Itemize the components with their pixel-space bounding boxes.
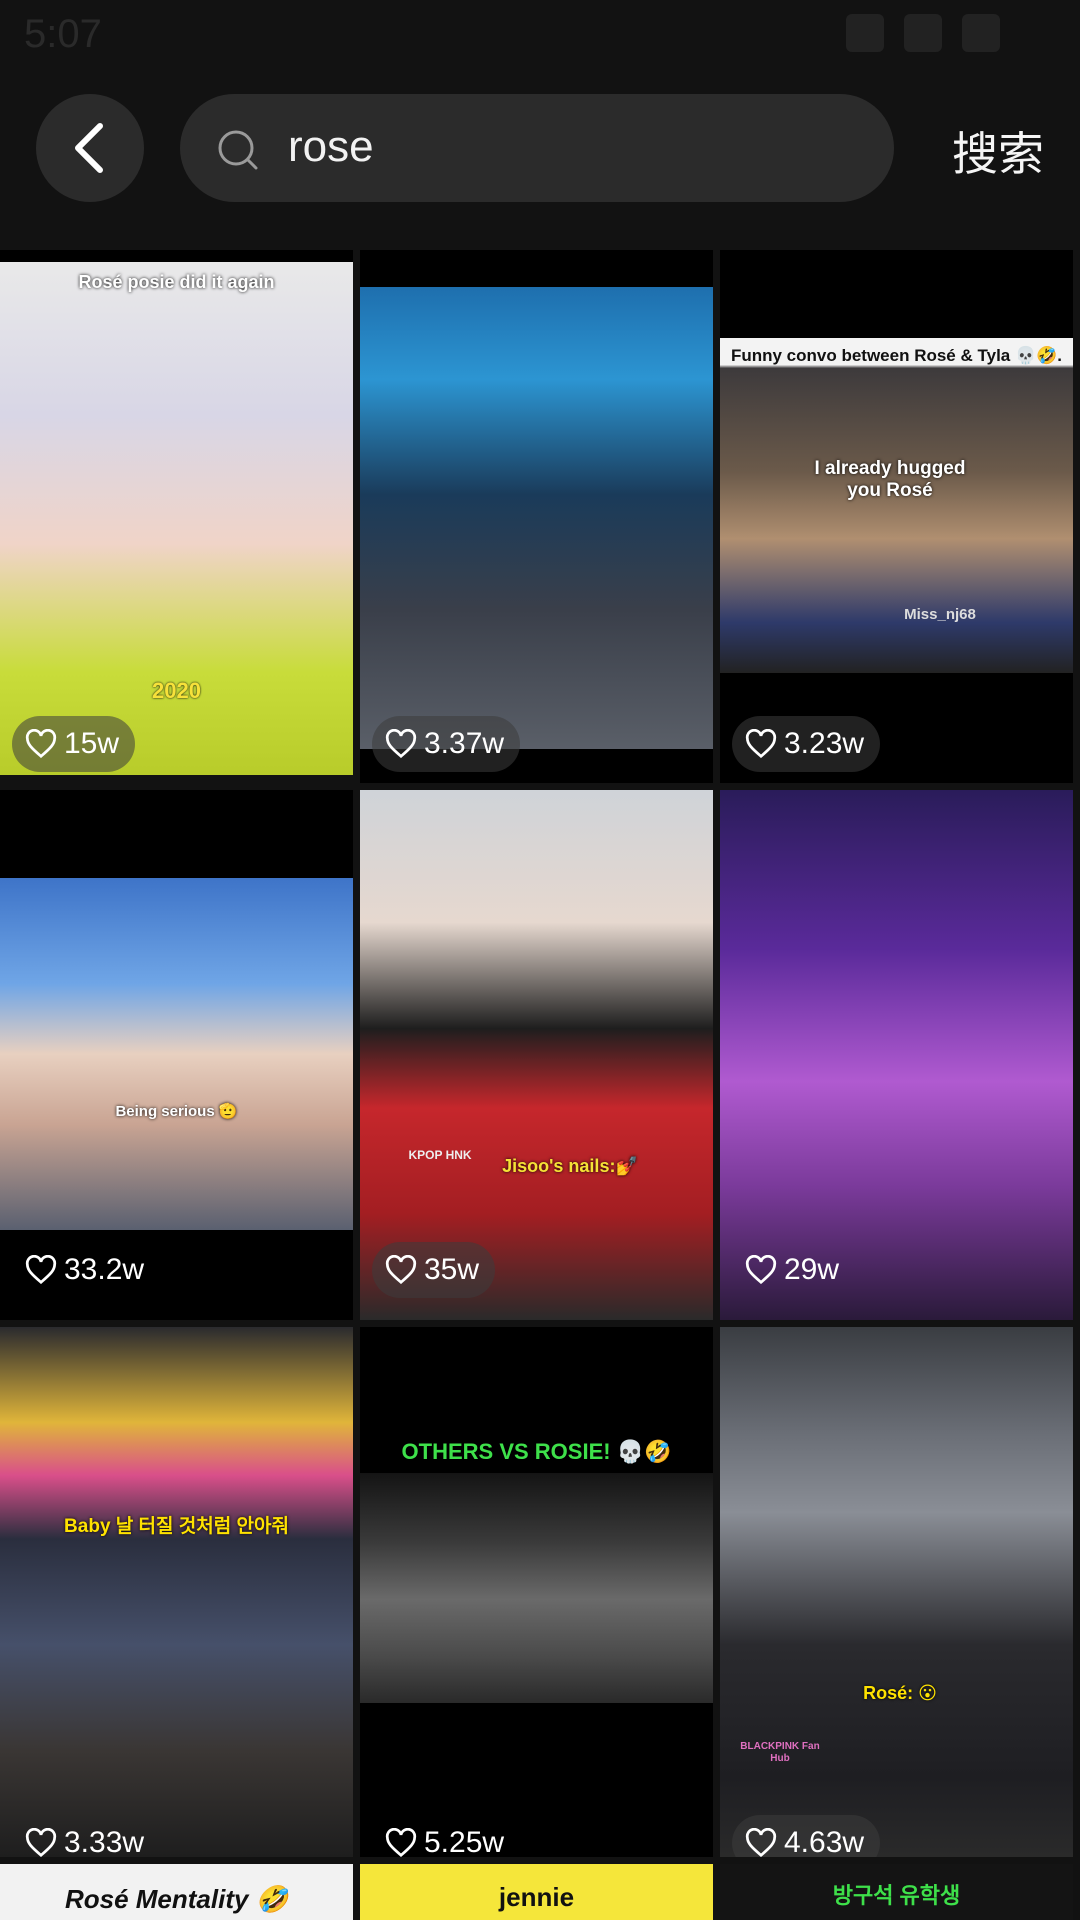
video-card[interactable]: Being serious 🫡 33.2w	[0, 790, 353, 1320]
heart-icon	[25, 1828, 57, 1857]
video-caption-secondary: I already hugged you Rosé	[814, 458, 966, 501]
status-bar: 5:07	[0, 0, 1080, 70]
like-badge: 35w	[372, 1242, 496, 1298]
status-icons	[846, 14, 1000, 52]
video-card[interactable]: Rosé posie did it again 2020 15w	[0, 250, 353, 775]
video-caption: Rosé Mentality 🤣	[64, 1884, 289, 1914]
heart-icon	[385, 1255, 417, 1285]
signal-icon	[904, 14, 942, 52]
video-card[interactable]: Rosé: 😮 BLACKPINK Fan Hub 4.63w	[720, 1327, 1073, 1857]
video-watermark: BLACKPINK Fan Hub	[740, 1741, 820, 1764]
like-count: 3.33w	[64, 1826, 145, 1857]
like-count: 33.2w	[64, 1253, 145, 1286]
like-count: 3.37w	[424, 727, 505, 760]
video-caption: Funny convo between Rosé & Tyla 💀🤣.	[730, 346, 1063, 365]
video-caption: OTHERS VS ROSIE! 💀🤣	[401, 1439, 672, 1464]
like-count: 5.25w	[424, 1826, 505, 1857]
like-badge: 3.37w	[372, 716, 521, 772]
search-icon	[218, 130, 258, 170]
back-button[interactable]	[36, 94, 144, 202]
like-badge: 3.23w	[732, 716, 881, 772]
heart-icon	[745, 1828, 777, 1857]
like-badge: 4.63w	[732, 1815, 881, 1857]
heart-icon	[385, 729, 417, 759]
video-thumbnail	[0, 1327, 353, 1857]
chevron-left-icon	[75, 123, 103, 173]
video-card[interactable]: 29w	[720, 790, 1073, 1320]
heart-icon	[25, 1255, 57, 1285]
video-card[interactable]: jennie	[360, 1864, 713, 1920]
wifi-icon	[846, 14, 884, 52]
video-caption: Being serious 🫡	[115, 1103, 238, 1120]
video-card[interactable]: KPOP HNK Jisoo's nails:💅 35w	[360, 790, 713, 1320]
like-badge: 33.2w	[12, 1242, 160, 1298]
video-caption: Jisoo's nails:💅	[502, 1156, 638, 1176]
search-button[interactable]: 搜索	[952, 118, 1044, 184]
like-badge: 15w	[12, 716, 136, 772]
video-thumbnail	[720, 1327, 1073, 1857]
video-caption: Rosé: 😮	[863, 1683, 937, 1703]
heart-icon	[745, 729, 777, 759]
like-badge: 5.25w	[372, 1815, 520, 1857]
video-caption: Baby 날 터질 것처럼 안아줘	[64, 1516, 289, 1537]
like-count: 4.63w	[784, 1826, 865, 1857]
video-caption: 방구석 유학생	[832, 1883, 961, 1908]
like-count: 29w	[784, 1253, 840, 1286]
like-badge: 3.33w	[12, 1815, 160, 1857]
video-card[interactable]: Funny convo between Rosé & Tyla 💀🤣. I al…	[720, 250, 1073, 783]
search-header: rose 搜索	[0, 88, 1080, 208]
video-card[interactable]: Baby 날 터질 것처럼 안아줘 3.33w	[0, 1327, 353, 1857]
battery-icon	[962, 14, 1000, 52]
like-count: 35w	[424, 1253, 480, 1286]
video-card[interactable]: 방구석 유학생	[720, 1864, 1073, 1920]
video-thumbnail	[720, 790, 1073, 1320]
video-caption-secondary: 2020	[152, 678, 201, 703]
search-input[interactable]: rose	[180, 94, 894, 202]
status-time: 5:07	[24, 12, 102, 56]
like-badge: 29w	[732, 1242, 855, 1298]
heart-icon	[25, 729, 57, 759]
video-thumbnail	[360, 287, 713, 749]
heart-icon	[385, 1828, 417, 1857]
video-card[interactable]: Rosé Mentality 🤣	[0, 1864, 353, 1920]
video-caption: jennie	[498, 1882, 575, 1912]
video-watermark: Miss_nj68	[904, 606, 976, 623]
like-count: 15w	[64, 727, 120, 760]
video-card[interactable]: OTHERS VS ROSIE! 💀🤣 5.25w	[360, 1327, 713, 1857]
video-caption: Rosé posie did it again	[78, 272, 275, 292]
video-thumbnail	[360, 1473, 713, 1703]
heart-icon	[745, 1255, 777, 1285]
video-thumbnail	[0, 878, 353, 1230]
video-thumbnail	[360, 790, 713, 1320]
search-query: rose	[288, 122, 374, 171]
like-count: 3.23w	[784, 727, 865, 760]
video-card[interactable]: 3.37w	[360, 250, 713, 783]
